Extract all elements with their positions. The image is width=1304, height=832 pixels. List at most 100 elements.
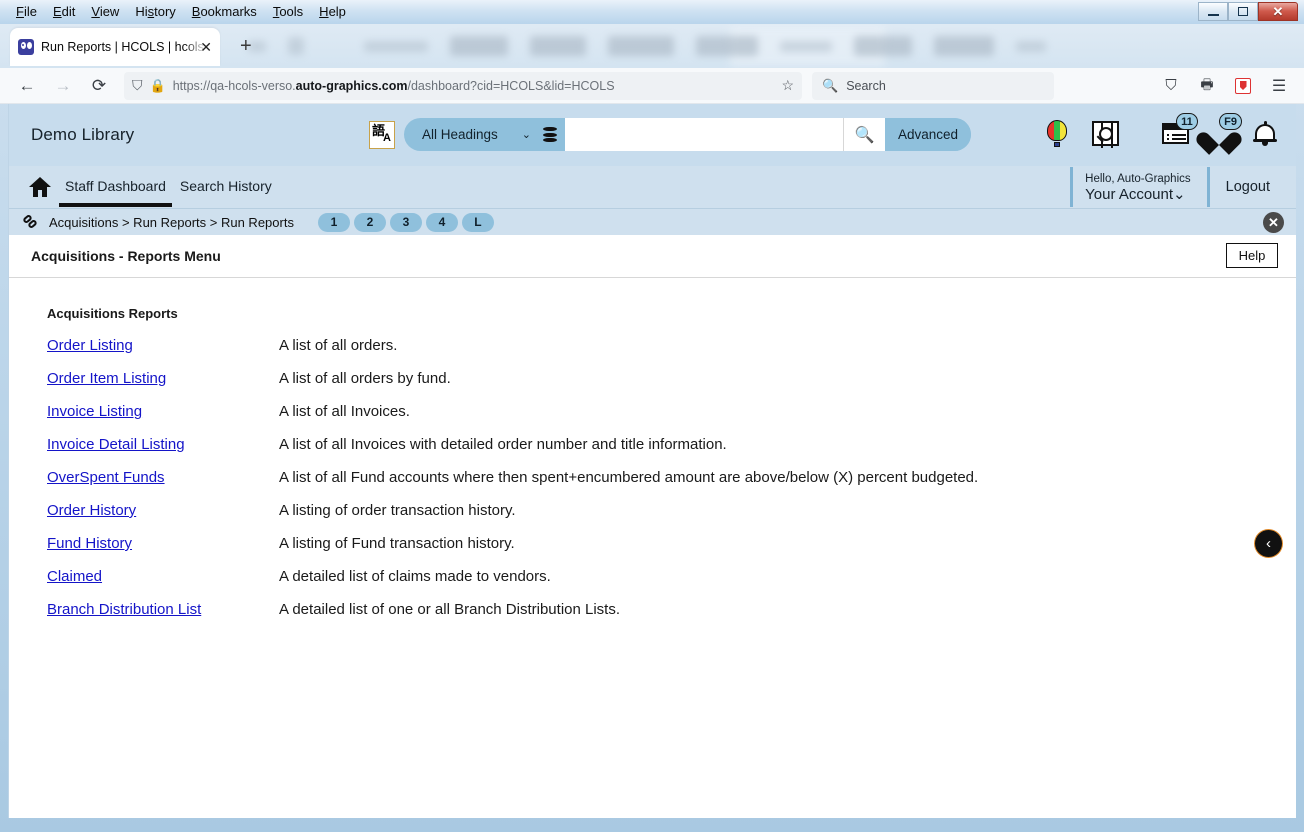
report-link-invoice-listing[interactable]: Invoice Listing [47, 403, 279, 420]
map-search-icon[interactable] [1088, 114, 1122, 152]
help-button[interactable]: Help [1226, 243, 1278, 268]
back-button[interactable]: ← [10, 72, 44, 100]
favorites-heart-icon[interactable]: F9 [1202, 113, 1242, 152]
blur-chip [934, 36, 994, 56]
url-bar[interactable]: ⛉ 🔒 https://qa-hcols-verso.auto-graphics… [124, 71, 802, 100]
breadcrumb-pill-l[interactable]: L [461, 212, 494, 232]
maximize-button[interactable] [1228, 2, 1258, 21]
tab-title: Run Reports | HCOLS | hcols | A… [41, 40, 207, 54]
menu-edit[interactable]: Edit [45, 2, 83, 22]
print-icon[interactable]: 🖶 [1192, 72, 1222, 100]
menu-tools[interactable]: Tools [265, 2, 311, 22]
report-link-branch-distribution-list[interactable]: Branch Distribution List [47, 601, 279, 618]
report-link-overspent-funds[interactable]: OverSpent Funds [47, 469, 279, 486]
collapse-panel-arrow-icon[interactable]: ‹ [1255, 530, 1282, 557]
menu-history[interactable]: History [127, 2, 183, 22]
advanced-search-button[interactable]: Advanced [884, 118, 971, 151]
tab-close-icon[interactable]: ✕ [200, 40, 212, 54]
blur-chip [608, 36, 674, 56]
menu-bar: File Edit View History Bookmarks Tools H… [0, 0, 354, 24]
url-path: /dashboard?cid=HCOLS&lid=HCOLS [407, 78, 615, 93]
nav-link-search-history[interactable]: Search History [180, 178, 272, 196]
report-desc: A detailed list of one or all Branch Dis… [279, 601, 621, 618]
lock-icon[interactable]: 🔒 [150, 78, 166, 94]
page-title: Acquisitions - Reports Menu [31, 248, 221, 264]
report-row: Order History A listing of order transac… [47, 502, 1296, 535]
blur-chip [288, 37, 304, 55]
library-name: Demo Library [31, 125, 135, 144]
forward-button[interactable]: → [46, 72, 80, 100]
close-icon: ✕ [1272, 3, 1284, 19]
breadcrumb-bar: Acquisitions > Run Reports > Run Reports… [9, 208, 1296, 235]
minimize-button[interactable] [1198, 2, 1228, 21]
close-breadcrumb-icon[interactable]: ✕ [1263, 212, 1284, 233]
browser-tab[interactable]: Run Reports | HCOLS | hcols | A… ✕ [10, 28, 220, 66]
breadcrumb-pill-1[interactable]: 1 [317, 212, 350, 232]
logout-button[interactable]: Logout [1206, 167, 1282, 207]
report-link-order-history[interactable]: Order History [47, 502, 279, 519]
blur-chip [854, 36, 912, 56]
chevron-down-icon: ⌄ [521, 129, 532, 141]
search-cluster: 語 A All Headings ⌄ 🔍 Advanced [369, 118, 971, 151]
shield-extension-icon[interactable] [1228, 72, 1258, 100]
report-desc: A list of all Invoices with detailed ord… [279, 436, 727, 453]
browser-search-box[interactable]: 🔍 Search [812, 71, 1054, 100]
blur-chip [530, 36, 586, 56]
search-submit-button[interactable]: 🔍 [842, 118, 885, 151]
report-desc: A list of all orders. [279, 337, 398, 354]
header-icon-group: 11 F9 [1040, 113, 1282, 152]
new-tab-button[interactable]: + [240, 36, 252, 56]
report-link-fund-history[interactable]: Fund History [47, 535, 279, 552]
blur-chip [450, 36, 508, 56]
site-search-bar: All Headings ⌄ 🔍 Advanced [404, 118, 971, 151]
breadcrumb-pill-4[interactable]: 4 [425, 212, 458, 232]
shield-icon[interactable]: ⛉ [132, 77, 143, 94]
report-row: Claimed A detailed list of claims made t… [47, 568, 1296, 601]
report-desc: A listing of Fund transaction history. [279, 535, 515, 552]
language-toggle-icon[interactable]: 語 A [369, 120, 395, 149]
logout-label: Logout [1225, 179, 1270, 195]
home-icon[interactable] [29, 177, 51, 197]
list-records-icon[interactable]: 11 [1158, 113, 1198, 152]
breadcrumb-pill-2[interactable]: 2 [353, 212, 386, 232]
browser-nav-bar: ← → ⟳ ⛉ 🔒 https://qa-hcols-verso.auto-gr… [0, 68, 1304, 104]
title-bar: File Edit View History Bookmarks Tools H… [0, 0, 1304, 24]
close-window-button[interactable]: ✕ [1258, 2, 1298, 21]
report-desc: A list of all Fund accounts where then s… [279, 469, 979, 486]
reports-content: Acquisitions Reports Order Listing A lis… [9, 278, 1296, 634]
menu-view[interactable]: View [83, 2, 127, 22]
hamburger-menu-icon[interactable]: ☰ [1264, 72, 1294, 100]
bookmark-star-icon[interactable]: ☆ [781, 77, 794, 94]
report-desc: A listing of order transaction history. [279, 502, 516, 519]
nav-link-staff-dashboard[interactable]: Staff Dashboard [59, 178, 172, 207]
database-icon[interactable] [543, 127, 558, 142]
report-link-claimed[interactable]: Claimed [47, 568, 279, 585]
pocket-icon[interactable]: ⛉ [1156, 72, 1186, 100]
tab-strip: Run Reports | HCOLS | hcols | A… ✕ + [0, 24, 1304, 68]
report-link-order-item-listing[interactable]: Order Item Listing [47, 370, 279, 387]
report-row: OverSpent Funds A list of all Fund accou… [47, 469, 1296, 502]
report-desc: A list of all Invoices. [279, 403, 410, 420]
menu-help[interactable]: Help [311, 2, 354, 22]
menu-bookmarks[interactable]: Bookmarks [184, 2, 265, 22]
account-area: Hello, Auto-Graphics Your Account⌄ Logou… [1070, 167, 1282, 207]
minimize-icon [1207, 13, 1219, 16]
report-row: Branch Distribution List A detailed list… [47, 601, 1296, 634]
hot-air-balloon-icon[interactable] [1040, 114, 1074, 152]
breadcrumb-pill-3[interactable]: 3 [389, 212, 422, 232]
breadcrumb[interactable]: Acquisitions > Run Reports > Run Reports [49, 215, 294, 230]
search-scope-select[interactable]: All Headings ⌄ [404, 118, 543, 151]
account-name-label: Your Account⌄ [1085, 186, 1186, 203]
report-link-invoice-detail-listing[interactable]: Invoice Detail Listing [47, 436, 279, 453]
your-account-menu[interactable]: Hello, Auto-Graphics Your Account⌄ [1070, 167, 1206, 207]
report-link-order-listing[interactable]: Order Listing [47, 337, 279, 354]
reload-button[interactable]: ⟳ [82, 72, 116, 100]
site-search-input[interactable] [565, 118, 843, 151]
notifications-bell-icon[interactable] [1248, 114, 1282, 152]
report-row: Order Listing A list of all orders. [47, 337, 1296, 370]
menu-file[interactable]: File [8, 2, 45, 22]
report-row: Invoice Listing A list of all Invoices. [47, 403, 1296, 436]
blur-chip [364, 40, 428, 52]
blur-chip [780, 40, 832, 52]
site-header: Demo Library 語 A All Headings ⌄ 🔍 Advanc… [9, 104, 1296, 166]
